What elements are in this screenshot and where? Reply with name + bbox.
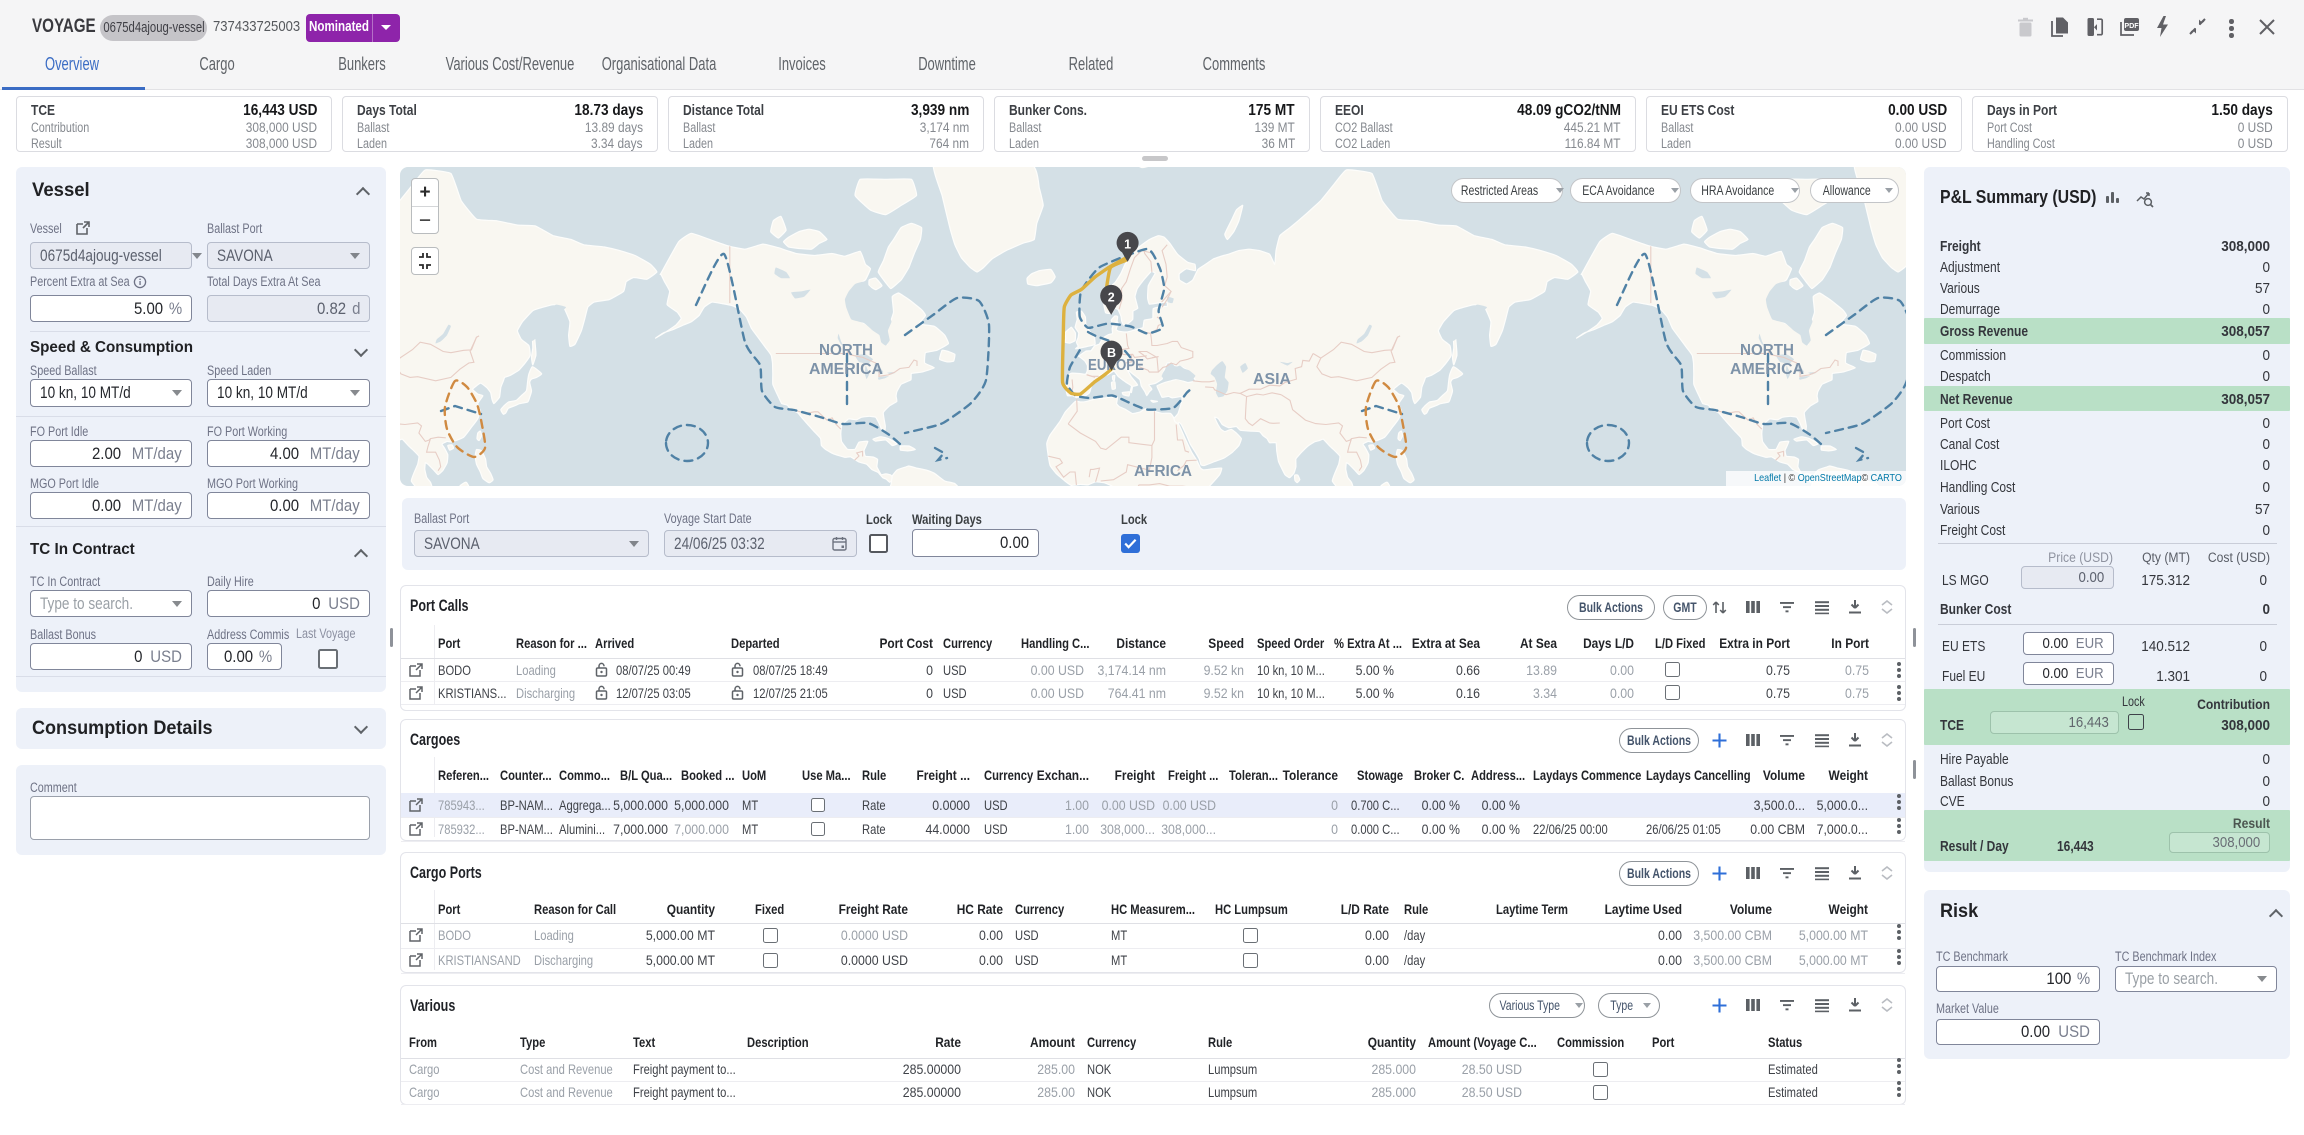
- svg-text:ASIA: ASIA: [1253, 371, 1291, 388]
- svg-text:AMERICA: AMERICA: [1730, 361, 1804, 378]
- svg-text:NORTH: NORTH: [1740, 342, 1794, 359]
- svg-text:AFRICA: AFRICA: [1134, 463, 1192, 480]
- svg-text:NORTH: NORTH: [819, 342, 873, 359]
- svg-text:AMERICA: AMERICA: [809, 361, 883, 378]
- svg-text:PDF: PDF: [2124, 21, 2139, 30]
- svg-text:1: 1: [1124, 237, 1131, 251]
- svg-text:B: B: [1107, 346, 1116, 360]
- svg-text:2: 2: [1108, 290, 1115, 304]
